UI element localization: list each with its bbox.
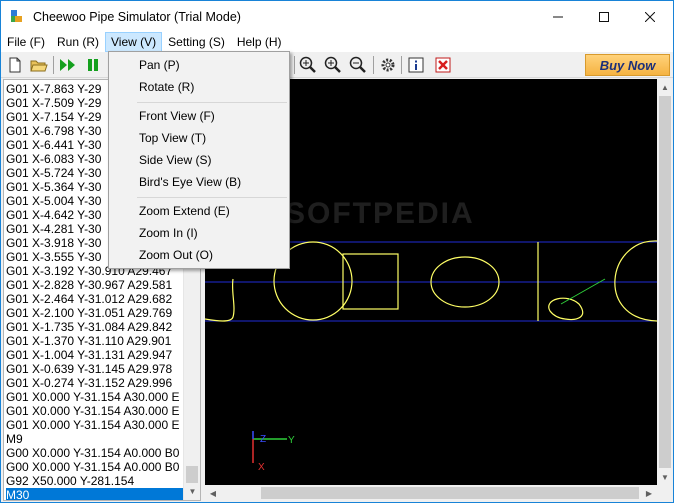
axis-z-label: Z — [260, 434, 266, 445]
gcode-line[interactable]: G01 X-2.828 Y-30.967 A29.581 — [6, 278, 184, 292]
new-file-button[interactable] — [5, 55, 25, 75]
viewport-scroll-down-icon[interactable]: ▼ — [657, 469, 673, 485]
gcode-line[interactable]: G01 X-1.004 Y-31.131 A29.947 — [6, 348, 184, 362]
pause-icon — [88, 59, 98, 71]
info-icon — [408, 57, 424, 73]
gcode-line[interactable]: G01 X0.000 Y-31.154 A30.000 E — [6, 390, 184, 404]
viewport-hscroll-thumb[interactable] — [261, 487, 639, 499]
title-bar: Cheewoo Pipe Simulator (Trial Mode) — [1, 1, 673, 32]
info-button[interactable] — [406, 55, 426, 75]
settings-gear-icon — [381, 58, 395, 72]
settings-button[interactable] — [378, 55, 398, 75]
menu-view[interactable]: View (V) — [105, 32, 163, 52]
menu-run[interactable]: Run (R) — [51, 32, 105, 52]
close-red-icon — [435, 57, 451, 73]
gcode-line[interactable]: G00 X0.000 Y-31.154 A0.000 B0 — [6, 446, 184, 460]
menu-file[interactable]: File (F) — [1, 32, 51, 52]
view-menu-pan[interactable]: Pan (P) — [139, 55, 180, 75]
buy-now-button[interactable]: Buy Now — [585, 54, 670, 76]
viewport-vertical-scrollbar[interactable]: ▲ ▼ — [657, 79, 673, 485]
scrollbar-corner — [657, 485, 673, 501]
tool-path-line — [560, 278, 606, 305]
view-menu-dropdown: Pan (P) Rotate (R) Front View (F) Top Vi… — [108, 51, 290, 269]
view-menu-side-view[interactable]: Side View (S) — [139, 150, 211, 170]
gcode-line[interactable]: G01 X-1.735 Y-31.084 A29.842 — [6, 320, 184, 334]
minimize-icon — [553, 16, 563, 17]
maximize-icon — [599, 11, 609, 22]
viewport-scroll-up-icon[interactable]: ▲ — [657, 79, 673, 95]
zoom-in-icon — [324, 56, 341, 73]
view-menu-top-view[interactable]: Top View (T) — [139, 128, 206, 148]
viewport-scroll-right-icon[interactable]: ▶ — [641, 485, 657, 501]
gcode-line[interactable]: G01 X-0.274 Y-31.152 A29.996 — [6, 376, 184, 390]
gcode-line[interactable]: G92 X50.000 Y-281.154 — [6, 474, 184, 488]
zoom-extend-icon — [299, 56, 316, 73]
window-title: Cheewoo Pipe Simulator (Trial Mode) — [33, 9, 241, 24]
app-window: Cheewoo Pipe Simulator (Trial Mode) File… — [0, 0, 674, 503]
view-menu-birds-eye-view[interactable]: Bird's Eye View (B) — [139, 172, 241, 192]
gcode-line[interactable]: G01 X-1.370 Y-31.110 A29.901 — [6, 334, 184, 348]
run-fast-forward-button[interactable] — [58, 55, 78, 75]
softpedia-watermark: SOFTPEDIA — [285, 197, 475, 230]
zoom-extend-button[interactable] — [298, 55, 318, 75]
scroll-thumb[interactable] — [186, 466, 198, 483]
view-menu-rotate[interactable]: Rotate (R) — [139, 77, 194, 97]
zoom-out-icon — [349, 56, 366, 73]
viewport-horizontal-scrollbar[interactable]: ◀ ▶ — [205, 485, 657, 501]
gcode-line[interactable]: G00 X0.000 Y-31.154 A0.000 B0 — [6, 460, 184, 474]
gcode-line[interactable]: G01 X-2.100 Y-31.051 A29.769 — [6, 306, 184, 320]
app-logo-icon — [9, 9, 25, 25]
axis-y-label: Y — [288, 435, 295, 446]
gcode-line[interactable]: G01 X-0.639 Y-31.145 A29.978 — [6, 362, 184, 376]
zoom-in-button[interactable] — [323, 55, 343, 75]
close-button[interactable] — [627, 1, 673, 32]
profile-right-arc — [614, 240, 657, 322]
viewport-vscroll-thumb[interactable] — [659, 96, 671, 468]
viewport-scroll-left-icon[interactable]: ◀ — [205, 485, 221, 501]
view-menu-zoom-extend[interactable]: Zoom Extend (E) — [139, 201, 230, 221]
view-menu-zoom-out[interactable]: Zoom Out (O) — [139, 245, 213, 265]
open-folder-icon — [30, 60, 48, 72]
axis-x-label: X — [258, 462, 265, 473]
menu-setting[interactable]: Setting (S) — [162, 32, 231, 52]
pause-button[interactable] — [83, 55, 103, 75]
window-controls — [535, 1, 673, 32]
exit-button[interactable] — [433, 55, 453, 75]
gcode-line[interactable]: M9 — [6, 432, 184, 446]
zoom-out-button[interactable] — [348, 55, 368, 75]
menu-help[interactable]: Help (H) — [231, 32, 288, 52]
close-icon — [645, 11, 655, 22]
minimize-button[interactable] — [535, 1, 581, 32]
gcode-line[interactable]: G01 X-2.464 Y-31.012 A29.682 — [6, 292, 184, 306]
scroll-down-icon[interactable]: ▼ — [184, 483, 200, 500]
fast-forward-icon — [60, 59, 75, 71]
new-file-icon — [9, 57, 21, 73]
gcode-line[interactable]: M30 — [6, 488, 184, 500]
maximize-button[interactable] — [581, 1, 627, 32]
open-folder-button[interactable] — [29, 55, 49, 75]
view-menu-zoom-in[interactable]: Zoom In (I) — [139, 223, 198, 243]
view-menu-front-view[interactable]: Front View (F) — [139, 106, 215, 126]
axis-triad: Y Z X — [252, 431, 295, 473]
toolbar: Buy Now — [1, 52, 673, 78]
profile-left-edge — [205, 278, 235, 322]
gcode-line[interactable]: G01 X0.000 Y-31.154 A30.000 E — [6, 404, 184, 418]
menu-bar: File (F) Run (R) View (V) Setting (S) He… — [1, 32, 673, 52]
gcode-line[interactable]: G01 X0.000 Y-31.154 A30.000 E — [6, 418, 184, 432]
